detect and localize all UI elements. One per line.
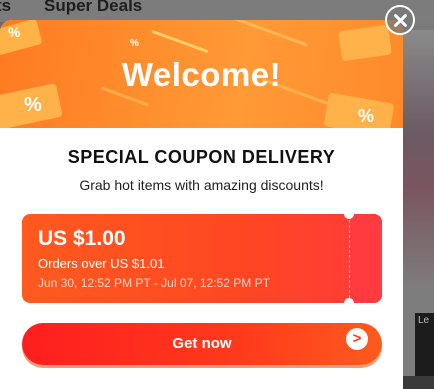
decor-ray [151, 29, 209, 54]
get-now-button[interactable]: Get now > [22, 323, 382, 365]
coupon-card[interactable]: US $1.00 Orders over US $1.01 Jun 30, 12… [22, 214, 382, 303]
coupon-amount: US $1.00 [38, 227, 126, 250]
hero-banner: % % % % Welcome! [0, 20, 403, 128]
chevron-right-icon: > [346, 328, 368, 350]
decor-ray [231, 20, 309, 47]
coupon-stub [350, 214, 382, 303]
close-icon[interactable] [385, 5, 415, 35]
coupon-validity: Jun 30, 12:52 PM PT - Jul 07, 12:52 PM P… [38, 276, 270, 290]
coupon-condition: Orders over US $1.01 [38, 256, 165, 271]
coupon-modal: % % % % Welcome! SPECIAL COUPON DELIVERY… [0, 20, 403, 389]
percent-icon: % [24, 94, 42, 116]
nav-item-partial: ts [0, 0, 12, 15]
coupon-icon [0, 20, 43, 56]
background-nav: ts Super Deals [0, 0, 434, 22]
percent-icon: % [130, 38, 139, 49]
modal-title: SPECIAL COUPON DELIVERY [67, 147, 336, 167]
coupon-divider [349, 220, 350, 298]
nav-item-super-deals: Super Deals [44, 0, 143, 15]
percent-icon: % [8, 24, 21, 40]
percent-icon: % [358, 106, 375, 126]
coupon-notch [344, 298, 354, 303]
background-product-image [402, 30, 434, 290]
get-now-label: Get now [172, 335, 232, 352]
modal-subtitle: Grab hot items with amazing discounts! [79, 177, 324, 193]
thumbnail-label: Le [418, 315, 430, 326]
hero-title: Welcome! [121, 56, 282, 93]
